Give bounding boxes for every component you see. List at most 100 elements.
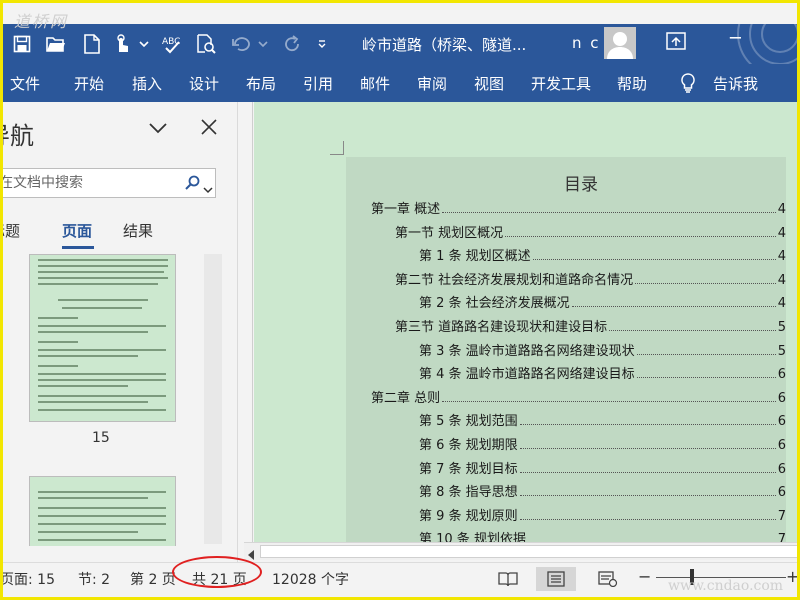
- toc-entry[interactable]: 第二章 总则 6: [371, 386, 786, 406]
- toc-entry-page: 6: [777, 367, 786, 382]
- toc-entry[interactable]: 第 5 条 规划范围 6: [419, 409, 786, 429]
- search-options-chevron-icon[interactable]: [203, 179, 213, 198]
- toc-entry-page: 6: [777, 391, 786, 406]
- toc-entry[interactable]: 第 1 条 规划区概述 4: [419, 244, 786, 264]
- tab-insert[interactable]: 插入: [132, 73, 162, 94]
- toc-entry[interactable]: 第 9 条 规划原则 7: [419, 504, 786, 524]
- page-thumbnail-15[interactable]: [29, 254, 176, 422]
- toc-entry-page: 4: [777, 249, 786, 264]
- toc-entry-text: 第二节 社会经济发展规划和道路命名情况: [395, 273, 634, 288]
- zoom-in-button[interactable]: +: [786, 567, 799, 586]
- tab-home[interactable]: 开始: [74, 73, 104, 94]
- toc-entry[interactable]: 第 4 条 温岭市道路路名网络建设目标 6: [419, 362, 786, 382]
- toc-leader-dots: [532, 259, 776, 260]
- touch-mode-icon[interactable]: [110, 32, 134, 56]
- tab-results[interactable]: 结果: [123, 220, 153, 241]
- toc-entry[interactable]: 第 6 条 规划期限 6: [419, 433, 786, 453]
- toc-entry-page: 5: [777, 320, 786, 335]
- toc-leader-dots: [635, 283, 776, 284]
- toc-entry-text: 第 7 条 规划目标: [419, 462, 518, 477]
- chevron-down-icon[interactable]: [148, 120, 168, 139]
- zoom-out-button[interactable]: −: [638, 567, 651, 586]
- new-document-icon[interactable]: [80, 32, 104, 56]
- watermark-logo: 道桥网: [14, 12, 69, 31]
- toc-entry[interactable]: 第三节 道路路名建设现状和建设目标 5: [395, 315, 786, 335]
- toc-entry-text: 第 6 条 规划期限: [419, 438, 518, 453]
- spelling-check-icon[interactable]: ABC: [160, 32, 184, 56]
- navigation-pane: 导航 标题 页面 结果: [0, 102, 238, 564]
- avatar[interactable]: [604, 27, 636, 59]
- document-title: 岭市道路（桥梁、隧道...: [362, 36, 527, 54]
- toc-leader-dots: [519, 495, 776, 496]
- toc-leader-dots: [609, 330, 776, 331]
- toc-entry-page: 6: [777, 462, 786, 477]
- toc-entry-page: 4: [777, 202, 786, 217]
- tab-pages[interactable]: 页面: [62, 220, 92, 241]
- print-preview-icon[interactable]: [194, 32, 218, 56]
- active-tab-indicator: [62, 246, 94, 249]
- toc-entry[interactable]: 第 7 条 规划目标 6: [419, 457, 786, 477]
- redo-icon[interactable]: [280, 32, 304, 56]
- highlight-circle: [172, 556, 262, 588]
- tab-design[interactable]: 设计: [189, 73, 219, 94]
- lightbulb-icon[interactable]: [680, 73, 696, 97]
- customize-dropdown-icon[interactable]: [136, 32, 152, 56]
- toc-entry[interactable]: 第一节 规划区概况 4: [395, 221, 786, 241]
- toc-entry-text: 第 4 条 温岭市道路路名网络建设目标: [419, 367, 635, 382]
- toc-entry[interactable]: 第一章 概述 4: [371, 197, 786, 217]
- toc-entry-text: 第 2 条 社会经济发展概况: [419, 296, 570, 311]
- canvas-edge: [252, 102, 253, 542]
- web-layout-icon[interactable]: [588, 567, 628, 591]
- undo-dropdown-icon[interactable]: [256, 32, 270, 56]
- tab-view[interactable]: 视图: [474, 73, 504, 94]
- search-icon[interactable]: [185, 175, 201, 195]
- page-thumbnail-16[interactable]: [29, 476, 176, 546]
- read-mode-icon[interactable]: [488, 567, 528, 591]
- user-name[interactable]: n c: [572, 34, 601, 52]
- tab-references[interactable]: 引用: [303, 73, 333, 94]
- close-icon[interactable]: [200, 118, 218, 140]
- search-input[interactable]: [0, 169, 167, 197]
- toc-entry-page: 6: [777, 414, 786, 429]
- horizontal-scrollbar[interactable]: [244, 542, 800, 560]
- toc-leader-dots: [519, 519, 776, 520]
- tab-layout[interactable]: 布局: [246, 73, 276, 94]
- nav-scrollbar[interactable]: [204, 254, 222, 544]
- status-section[interactable]: 节: 2: [78, 569, 110, 589]
- toc-leader-dots: [519, 448, 776, 449]
- toc-entry[interactable]: 第 3 条 温岭市道路路名网络建设现状 5: [419, 339, 786, 359]
- minimize-icon[interactable]: ─: [730, 28, 741, 49]
- ribbon-tabs: 文件 开始 插入 设计 布局 引用 邮件 审阅 视图 开发工具 帮助 告诉我: [0, 64, 800, 102]
- toc-entry-page: 5: [777, 344, 786, 359]
- ribbon-display-options-icon[interactable]: [666, 32, 686, 54]
- toc-entry[interactable]: 第二节 社会经济发展规划和道路命名情况 4: [395, 268, 786, 288]
- open-icon[interactable]: [44, 32, 68, 56]
- save-icon[interactable]: [10, 32, 34, 56]
- toc-entry-text: 第三节 道路路名建设现状和建设目标: [395, 320, 608, 335]
- status-page[interactable]: 页面: 15: [0, 569, 55, 589]
- toc-entry[interactable]: 第 8 条 指导思想 6: [419, 480, 786, 500]
- tell-me-button[interactable]: 告诉我: [713, 73, 758, 94]
- tab-review[interactable]: 审阅: [417, 73, 447, 94]
- print-layout-icon[interactable]: [536, 567, 576, 591]
- toc-entry-text: 第 8 条 指导思想: [419, 485, 518, 500]
- nav-search-box[interactable]: [0, 168, 216, 198]
- undo-icon[interactable]: [230, 32, 254, 56]
- toc-entry[interactable]: 第 2 条 社会经济发展概况 4: [419, 291, 786, 311]
- tab-developer[interactable]: 开发工具: [531, 73, 591, 94]
- tab-headings[interactable]: 标题: [0, 220, 20, 241]
- tab-help[interactable]: 帮助: [617, 73, 647, 94]
- toc-entry-page: 4: [777, 273, 786, 288]
- watermark-url: www.cndao.com: [668, 578, 784, 594]
- status-page-of[interactable]: 第 2 页: [130, 569, 176, 589]
- scrollbar-track[interactable]: [260, 545, 800, 558]
- tab-file[interactable]: 文件: [10, 73, 40, 94]
- tab-mailings[interactable]: 邮件: [360, 73, 390, 94]
- toc-entry-page: 7: [777, 509, 786, 524]
- toc-leader-dots: [442, 212, 776, 213]
- toc-entry-text: 第 3 条 温岭市道路路名网络建设现状: [419, 344, 635, 359]
- toc-title: 目录: [564, 175, 598, 195]
- status-word-count[interactable]: 12028 个字: [272, 569, 349, 589]
- quick-access-more-icon[interactable]: [314, 32, 330, 56]
- toc-entry-text: 第一节 规划区概况: [395, 226, 504, 241]
